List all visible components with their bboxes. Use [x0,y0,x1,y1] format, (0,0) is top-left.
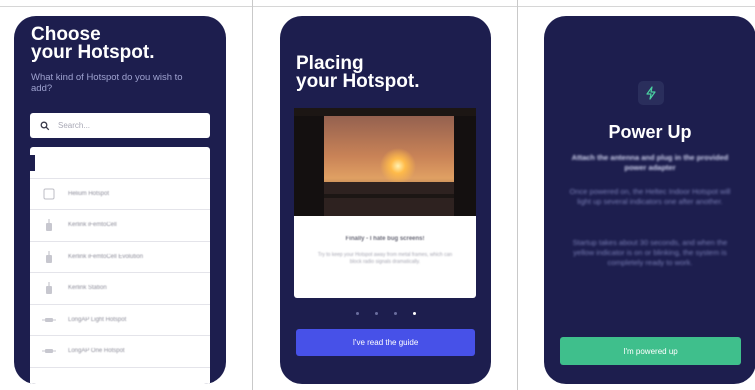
top-border [0,6,755,7]
read-guide-button[interactable]: I've read the guide [296,329,475,356]
list-item-label: Kerlink Station [68,285,107,292]
instruction-bold: Attach the antenna and plug in the provi… [571,153,729,172]
power-up-screen: Power Up Attach the antenna and plug in … [544,16,755,384]
choose-hotspot-screen: Choose your Hotspot. What kind of Hotspo… [14,16,226,384]
scroll-marker [30,155,35,171]
antenna-icon [42,250,56,264]
pagination-dot[interactable] [374,312,378,315]
screen-title: Power Up [608,122,692,142]
instruction-text-2: Startup takes about 30 seconds, and when… [572,238,728,267]
bolt-icon [646,86,656,100]
list-item[interactable]: LongAP Light Hotspot [30,305,210,336]
list-item-label: Helium Hotspot [68,190,110,197]
square-icon [42,187,56,201]
list-item-label: Kerlink iFemtoCell [68,222,117,229]
panel-divider-2 [517,0,518,390]
powered-up-button[interactable]: I'm powered up [560,337,741,365]
instruction-text-1: Once powered on, the Heltec Indoor Hotsp… [569,187,731,206]
pagination-dots [280,312,491,315]
hotspot-list: Helium Hotspot Kerlink iFemtoCell Kerlin… [30,147,210,384]
search-icon [40,121,50,130]
device-icon [42,344,56,358]
list-item[interactable]: Kerlink iFemtoCell [30,210,210,242]
card-title: Finally - I hate bug screens! [345,236,425,242]
pagination-dot[interactable] [355,312,359,315]
list-item-label: LongAP One Hotspot [68,348,125,355]
antenna-icon [42,218,56,232]
list-item[interactable] [30,147,210,179]
list-item-label: Kerlink iFemtoCell Evolution [68,253,144,260]
guide-card: Finally - I hate bug screens! Try to kee… [294,216,476,298]
placing-hotspot-screen: Placing your Hotspot. Finally - I hate b… [280,16,491,384]
card-body: Try to keep your Hotspot away from metal… [317,252,453,265]
pagination-dot-active[interactable] [412,312,416,315]
antenna-icon [42,281,56,295]
list-item[interactable]: LongAP One Hotspot [30,336,210,368]
search-field[interactable]: Search... [30,113,210,138]
list-item-label: LongAP Light Hotspot [68,316,127,323]
search-placeholder: Search... [58,121,91,130]
panel-divider-1 [252,0,253,390]
screen-title-line2: your Hotspot. [296,71,420,92]
list-item[interactable]: Kerlink iFemtoCell Evolution [30,242,210,273]
device-icon [42,313,56,327]
screen-subtitle: What kind of Hotspot do you wish to add? [31,72,183,94]
bolt-icon-box [638,81,664,105]
list-item[interactable]: Helium Hotspot [30,179,210,210]
sunset-window-photo [294,108,476,216]
list-item[interactable]: Kerlink Station [30,273,210,305]
pagination-dot[interactable] [393,312,397,315]
screen-title-line2: your Hotspot. [31,42,155,63]
